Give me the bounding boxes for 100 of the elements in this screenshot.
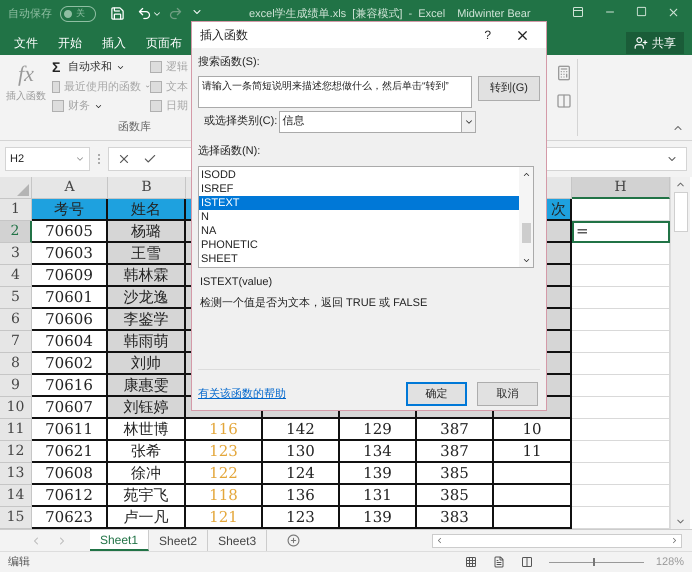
sheet-icon[interactable]: [556, 93, 572, 109]
category-label: 或选择类别(C):: [204, 114, 278, 130]
add-sheet-icon[interactable]: [287, 534, 300, 547]
row-header[interactable]: 12: [0, 441, 32, 463]
search-label: 搜索函数(S):: [198, 54, 261, 70]
table-cell: 142: [263, 419, 340, 441]
ribbon-command[interactable]: 自动求和: [68, 59, 112, 76]
window-title: excel学生成绩单.xls [兼容模式] - Excel: [249, 6, 446, 22]
function-item[interactable]: SHEET: [199, 252, 519, 266]
save-icon[interactable]: [110, 6, 125, 21]
share-button[interactable]: 共享: [626, 32, 684, 54]
table-cell: 70616: [32, 375, 108, 397]
row-header[interactable]: 14: [0, 485, 32, 507]
row-header[interactable]: 5: [0, 287, 32, 309]
dialog-button[interactable]: 确定: [406, 382, 467, 406]
row-header[interactable]: 7: [0, 331, 32, 353]
table-cell: 139: [340, 507, 417, 529]
row-header[interactable]: 8: [0, 353, 32, 375]
ribbon-tab[interactable]: 插入: [92, 31, 136, 55]
row-header[interactable]: 3: [0, 243, 32, 265]
slider-thumb[interactable]: [593, 558, 596, 566]
maximize-icon[interactable]: [636, 6, 647, 17]
table-cell: 131: [340, 485, 417, 507]
table-cell: 387: [417, 441, 494, 463]
function-item[interactable]: PHONETIC: [199, 238, 519, 252]
table-cell: 70604: [32, 331, 108, 353]
list-scrollbar[interactable]: [519, 167, 533, 267]
vertical-scrollbar[interactable]: [670, 177, 690, 529]
search-field[interactable]: 请输入一条简短说明来描述您想做什么，然后单击“转到”: [198, 76, 472, 108]
table-cell: 70607: [32, 397, 108, 419]
ribbon-tab[interactable]: 开始: [48, 31, 92, 55]
table-cell: 刘帅: [108, 353, 186, 375]
function-item[interactable]: ISTEXT: [199, 196, 519, 210]
table-cell: 124: [263, 463, 340, 485]
function-item[interactable]: NA: [199, 224, 519, 238]
function-description: 检测一个值是否为文本，返回 TRUE 或 FALSE: [200, 296, 428, 310]
name-box[interactable]: H2: [5, 147, 90, 171]
table-cell: 康惠雯: [108, 375, 186, 397]
table-cell: 徐冲: [108, 463, 186, 485]
row-header[interactable]: 13: [0, 463, 32, 485]
function-list[interactable]: ISODD ISREF ISTEXT N NA PHONETIC SHEET: [198, 166, 534, 268]
undo-icon[interactable]: [137, 6, 152, 21]
table-cell: 张希: [108, 441, 186, 463]
row-header[interactable]: 15: [0, 507, 32, 529]
page-layout-icon[interactable]: [492, 556, 505, 568]
zoom-slider[interactable]: [548, 557, 644, 567]
table-cell: 10: [494, 419, 572, 441]
category-dropdown[interactable]: 信息: [279, 110, 476, 132]
ribbon-tab[interactable]: 文件: [4, 31, 48, 55]
table-cell: 沙龙逸: [108, 287, 186, 309]
person-icon: [634, 36, 648, 50]
calculator-icon[interactable]: [556, 65, 572, 81]
table-cell: 70608: [32, 463, 108, 485]
scroll-down-icon[interactable]: [522, 256, 530, 265]
table-cell: 70603: [32, 243, 108, 265]
row-header[interactable]: 1: [0, 199, 32, 221]
ribbon-display-icon[interactable]: [572, 6, 584, 18]
table-cell: 70605: [32, 221, 108, 243]
function-item[interactable]: ISODD: [199, 168, 519, 182]
page-break-icon[interactable]: [520, 556, 533, 568]
row-header[interactable]: 4: [0, 265, 32, 287]
sheet-tab[interactable]: Sheet1: [90, 530, 150, 551]
table-cell: 123: [263, 507, 340, 529]
column-header[interactable]: H: [572, 177, 670, 199]
row-header[interactable]: 6: [0, 309, 32, 331]
function-icon: [52, 80, 60, 93]
go-button[interactable]: 转到(G): [478, 76, 540, 100]
scroll-up-icon[interactable]: [522, 170, 530, 179]
group-label: 函数库: [118, 120, 151, 134]
scroll-left-icon[interactable]: [435, 536, 444, 545]
row-header[interactable]: 10: [0, 397, 32, 419]
scroll-thumb[interactable]: [674, 192, 688, 232]
function-icon: [150, 61, 162, 74]
table-cell: 70601: [32, 287, 108, 309]
scroll-right-icon[interactable]: [670, 536, 679, 545]
table-cell: 王雪: [108, 243, 186, 265]
row-header[interactable]: 2: [0, 221, 32, 243]
column-header[interactable]: A: [32, 177, 108, 199]
table-cell: 考号: [32, 199, 108, 221]
help-link[interactable]: 有关该函数的帮助: [198, 386, 286, 402]
horizontal-scrollbar[interactable]: [432, 534, 682, 548]
scroll-thumb[interactable]: [522, 223, 530, 243]
fx-glyph: fx: [18, 63, 34, 85]
row-header[interactable]: 9: [0, 375, 32, 397]
help-button[interactable]: ?: [484, 26, 491, 44]
function-icon: [52, 100, 64, 112]
table-cell: 70623: [32, 507, 108, 529]
column-header[interactable]: B: [108, 177, 186, 199]
dialog-button[interactable]: 取消: [477, 382, 538, 406]
table-cell: 姓名: [108, 199, 186, 221]
table-cell: 385: [417, 463, 494, 485]
row-header[interactable]: 11: [0, 419, 32, 441]
function-item[interactable]: ISREF: [199, 182, 519, 196]
table-cell: 116: [186, 419, 263, 441]
table-cell: 李鉴学: [108, 309, 186, 331]
cancel-icon[interactable]: [117, 152, 131, 166]
table-cell: 70611: [32, 419, 108, 441]
ribbon-tab[interactable]: 页面布: [136, 31, 192, 55]
normal-view-icon[interactable]: [464, 556, 477, 568]
table-cell: 70612: [32, 485, 108, 507]
